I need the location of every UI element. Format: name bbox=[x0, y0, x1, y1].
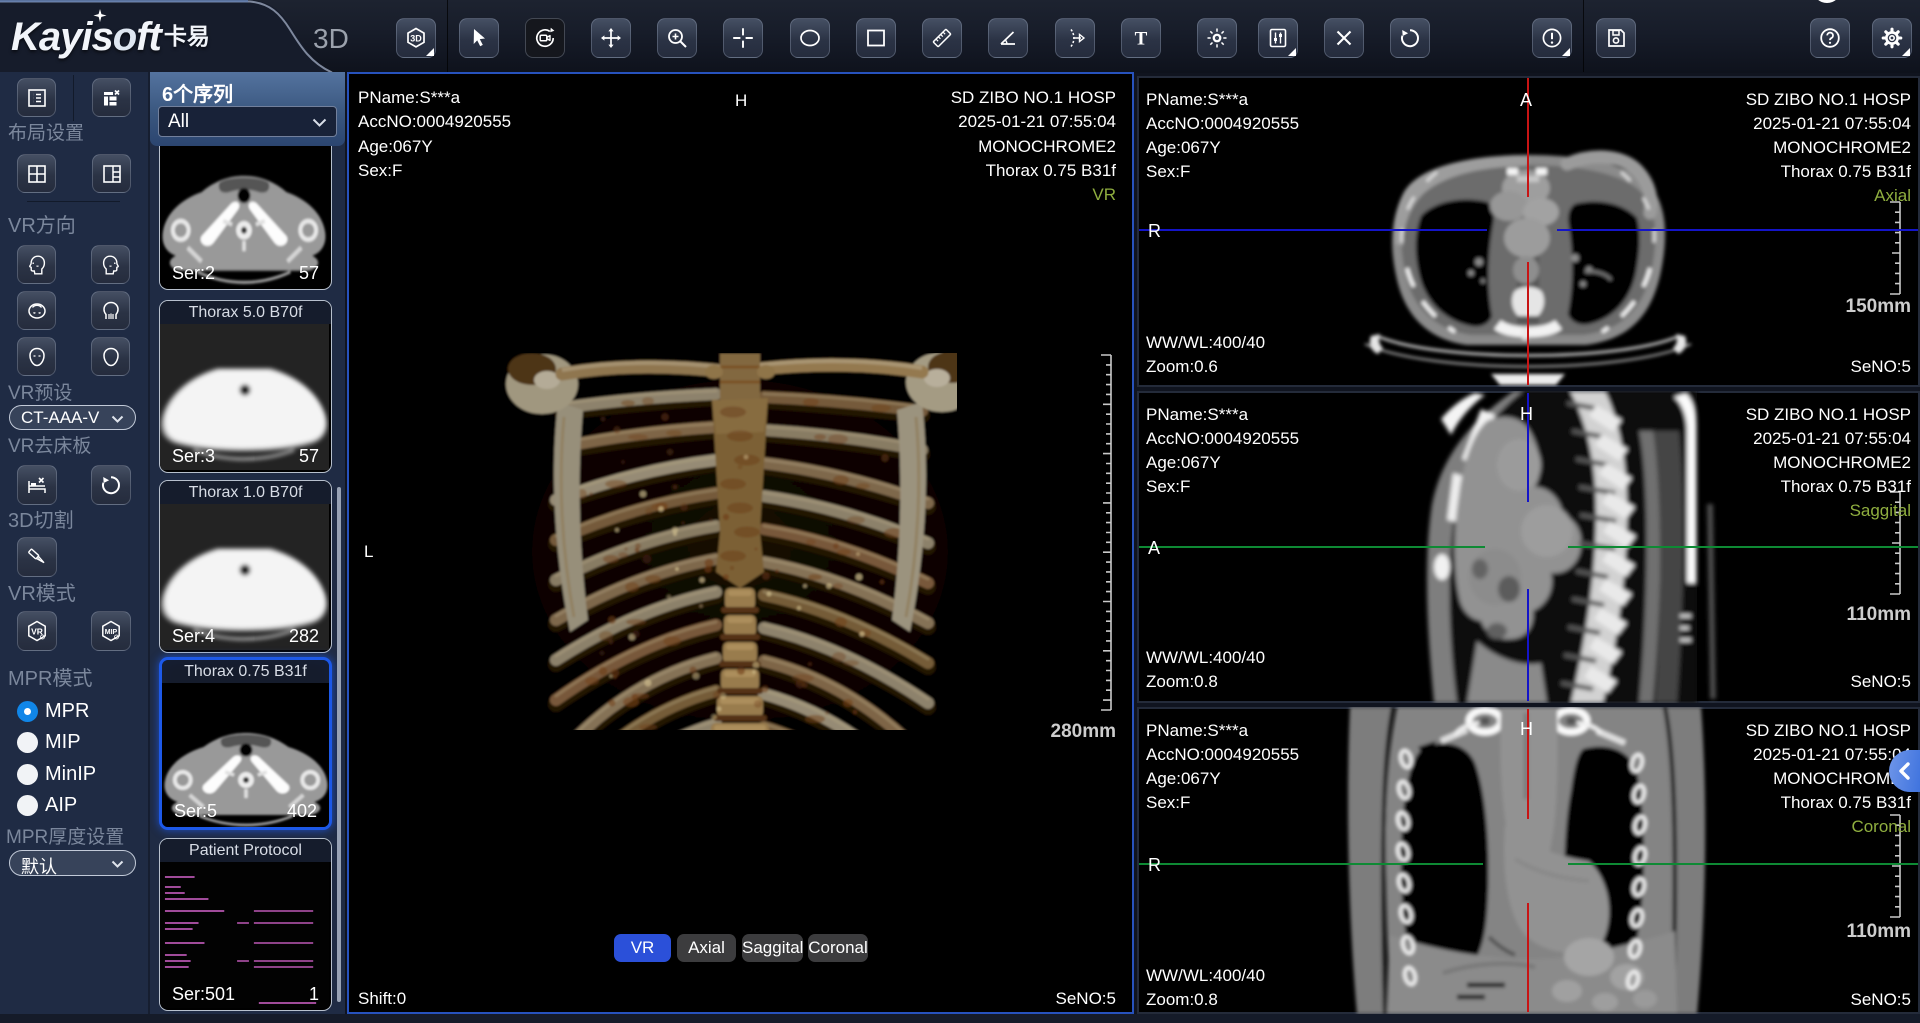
svg-text:3D: 3D bbox=[410, 34, 422, 44]
svg-text:VR: VR bbox=[31, 627, 43, 637]
svg-text:T: T bbox=[1135, 29, 1148, 50]
